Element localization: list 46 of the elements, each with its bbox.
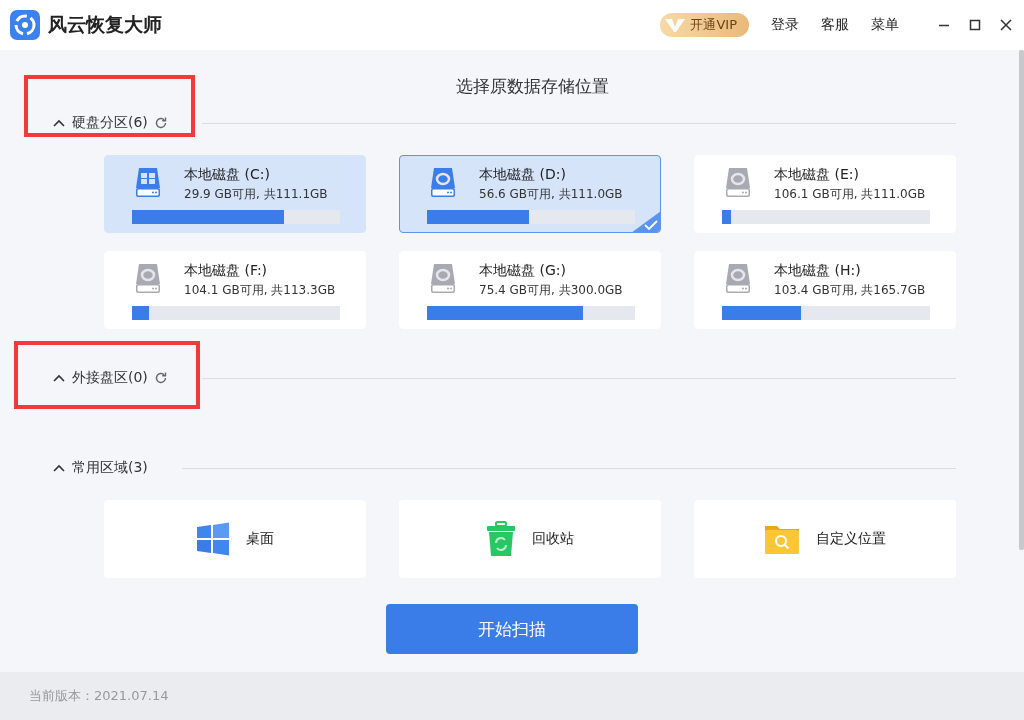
- drive-capacity: 104.1 GB可用, 共113.3GB: [184, 282, 336, 298]
- drive-capacity: 56.6 GB可用, 共111.0GB: [479, 186, 623, 202]
- location-label: 自定义位置: [816, 530, 886, 548]
- location-label: 回收站: [532, 530, 574, 548]
- menu-link[interactable]: 登录: [771, 16, 799, 34]
- drive-capacity: 106.1 GB可用, 共111.0GB: [774, 186, 926, 202]
- drive-capacity: 75.4 GB可用, 共300.0GB: [479, 282, 623, 298]
- version-label: 当前版本：2021.07.14: [29, 687, 169, 705]
- drive-capacity: 29.9 GB可用, 共111.1GB: [184, 186, 328, 202]
- drive-name: 本地磁盘 (E:): [774, 165, 860, 183]
- section-title: 外接盘区(0): [72, 369, 148, 387]
- folder-search-icon: [764, 523, 800, 555]
- refresh-icon[interactable]: [153, 116, 168, 130]
- drive-name: 本地磁盘 (G:): [479, 261, 567, 279]
- drive-name: 本地磁盘 (C:): [184, 165, 271, 183]
- drive-name: 本地磁盘 (H:): [774, 261, 862, 279]
- maximize-icon[interactable]: [967, 17, 983, 33]
- check-corner-icon: [631, 211, 660, 232]
- close-icon[interactable]: [998, 17, 1014, 33]
- v-icon: [664, 16, 687, 34]
- location-card[interactable]: 桌面: [104, 500, 366, 578]
- drive-card[interactable]: 本地磁盘 (H:) 103.4 GB可用, 共165.7GB: [694, 251, 956, 329]
- drive-name: 本地磁盘 (D:): [479, 165, 567, 183]
- section-title: 常用区域(3): [72, 459, 148, 477]
- menu-link[interactable]: 菜单: [871, 16, 899, 34]
- drive-card[interactable]: 本地磁盘 (G:) 75.4 GB可用, 共300.0GB: [399, 251, 661, 329]
- drive-card[interactable]: 本地磁盘 (E:) 106.1 GB可用, 共111.0GB: [694, 155, 956, 233]
- windows-logo-icon: [196, 522, 230, 556]
- scrollbar[interactable]: [1019, 50, 1024, 550]
- location-label: 桌面: [246, 530, 274, 548]
- drive-card[interactable]: 本地磁盘 (C:) 29.9 GB可用, 共111.1GB: [104, 155, 366, 233]
- app-logo: [10, 10, 40, 40]
- section-title: 硬盘分区(6): [72, 114, 148, 132]
- drive-name: 本地磁盘 (F:): [184, 261, 269, 279]
- recycle-bin-icon: [486, 521, 516, 557]
- menu-link[interactable]: 客服: [821, 16, 849, 34]
- start-scan-button[interactable]: 开始扫描: [386, 604, 638, 654]
- location-card[interactable]: 自定义位置: [694, 500, 956, 578]
- vip-button[interactable]: 开通VIP: [660, 13, 749, 37]
- drive-card[interactable]: 本地磁盘 (D:) 56.6 GB可用, 共111.0GB: [399, 155, 661, 233]
- drive-capacity: 103.4 GB可用, 共165.7GB: [774, 282, 926, 298]
- app-title: 风云恢复大师: [48, 12, 163, 37]
- page-heading: 选择原数据存储位置: [454, 75, 610, 98]
- drive-card[interactable]: 本地磁盘 (F:) 104.1 GB可用, 共113.3GB: [104, 251, 366, 329]
- refresh-icon[interactable]: [153, 371, 168, 385]
- location-card[interactable]: 回收站: [399, 500, 661, 578]
